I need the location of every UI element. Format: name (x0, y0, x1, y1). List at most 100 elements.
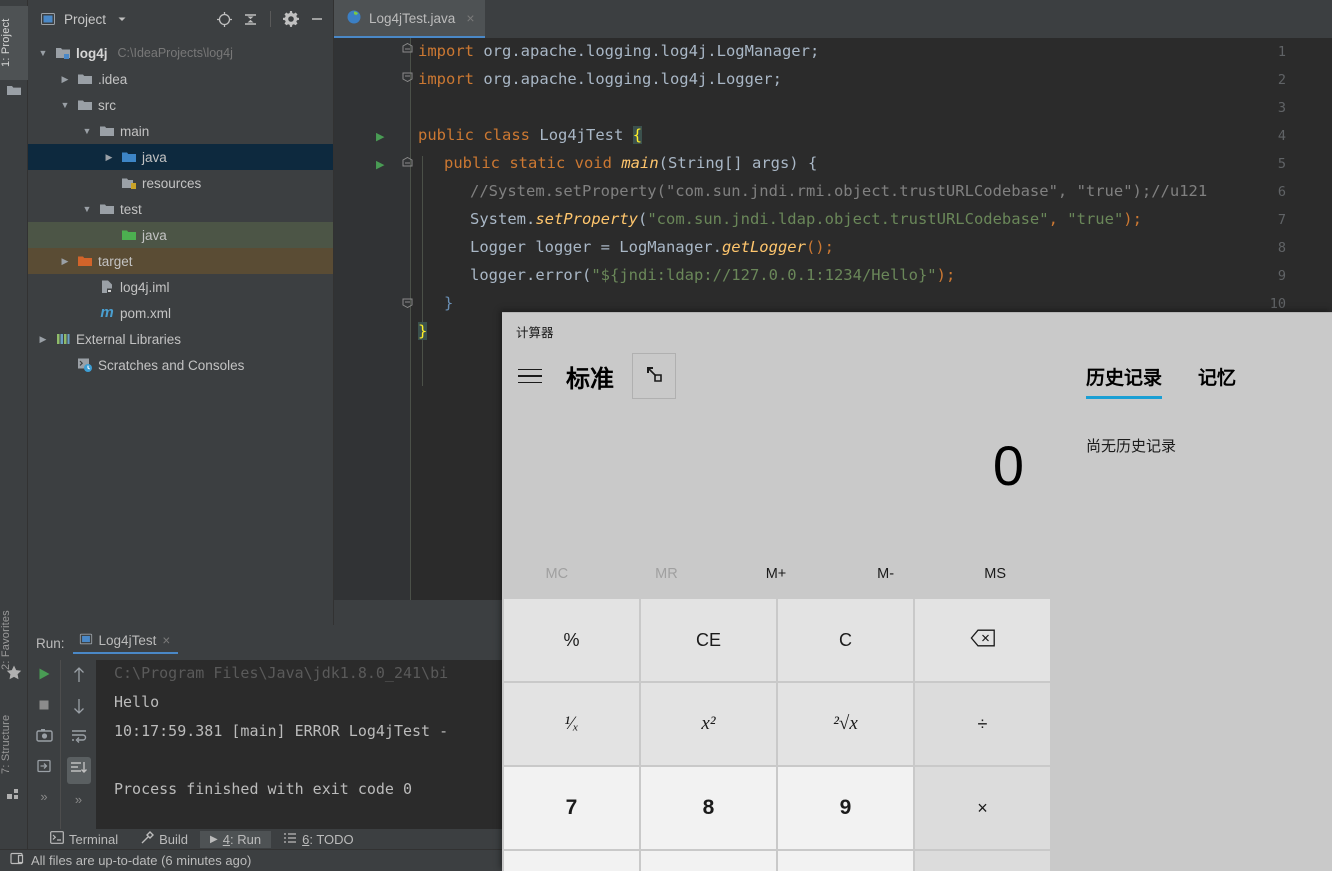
locate-icon[interactable] (214, 9, 234, 29)
scratches-icon (77, 357, 93, 373)
soft-wrap-icon[interactable] (70, 728, 88, 749)
tree-item-label: java (142, 150, 167, 165)
key-6[interactable] (778, 851, 913, 871)
run-configuration-tab[interactable]: Log4jTest × (73, 632, 179, 654)
history-tab-bar: 历史记录 记忆 (1086, 363, 1236, 399)
sidebar-tab-favorites-label: 2: Favorites (0, 610, 12, 670)
fold-region-end-icon[interactable] (402, 71, 413, 85)
sidebar-tab-project[interactable]: 1: Project (0, 6, 28, 80)
fold-region-icon[interactable] (402, 43, 413, 57)
tab-history[interactable]: 历史记录 (1086, 363, 1162, 399)
gear-icon[interactable] (281, 9, 301, 29)
key-backspace[interactable] (915, 599, 1050, 681)
chevron-down-icon[interactable]: ▼ (36, 48, 50, 58)
code-line-2: import org.apache.logging.log4j.Logger; (418, 70, 782, 88)
memory-store-button[interactable]: MS (940, 566, 1050, 582)
code-line-5: public static void main(String[] args) { (444, 154, 817, 172)
key-clear[interactable]: C (778, 599, 913, 681)
up-arrow-icon[interactable] (72, 666, 86, 689)
bottom-tab-run[interactable]: ▶ 4: Run (200, 831, 271, 848)
tree-item-pom-xml[interactable]: ▶ m pom.xml (28, 300, 333, 326)
fold-region-icon[interactable] (402, 157, 413, 171)
memory-clear-button[interactable]: MC (502, 566, 612, 582)
tree-item-test[interactable]: ▼ test (28, 196, 333, 222)
key-multiply[interactable]: × (915, 767, 1050, 849)
scroll-to-end-icon[interactable] (67, 757, 91, 784)
key-9[interactable]: 9 (778, 767, 913, 849)
tree-item-resources[interactable]: ▶ resources (28, 170, 333, 196)
tree-item-log4j[interactable]: ▼ log4j C:\IdeaProjects\log4j (28, 40, 333, 66)
memory-add-button[interactable]: M+ (721, 566, 831, 582)
tree-item-main-java[interactable]: ▶ java (28, 144, 333, 170)
chevron-down-icon[interactable]: ▼ (80, 204, 94, 214)
test-source-folder-icon (121, 227, 137, 243)
memory-subtract-button[interactable]: M- (831, 566, 941, 582)
resources-folder-icon (121, 175, 137, 191)
bottom-tab-terminal[interactable]: Terminal (40, 830, 128, 848)
calculator-history-pane: 历史记录 记忆 尚无历史记录 (1050, 313, 1332, 871)
bottom-tab-label: Build (159, 832, 188, 847)
chevron-right-icon[interactable]: ▶ (36, 334, 50, 345)
toolbar-separator (270, 11, 271, 27)
editor-tab-bar: Log4jTest.java × (334, 0, 1332, 38)
close-icon[interactable]: × (162, 633, 170, 648)
chevron-down-icon[interactable] (112, 9, 132, 29)
key-square-root[interactable]: ²√x (778, 683, 913, 765)
stop-icon[interactable] (36, 697, 52, 718)
key-4[interactable] (504, 851, 639, 871)
chevron-right-icon[interactable]: ▶ (102, 152, 116, 163)
key-label: x² (701, 713, 715, 735)
minimize-icon[interactable] (307, 9, 327, 29)
fold-region-end-icon[interactable] (402, 297, 413, 311)
camera-icon[interactable] (36, 728, 53, 748)
key-percent[interactable]: % (504, 599, 639, 681)
project-folder-icon (6, 82, 22, 98)
more-icon[interactable]: » (75, 792, 82, 807)
tree-item-src[interactable]: ▼ src (28, 92, 333, 118)
code-string: "${jndi:ldap://127.0.0.1:1234/Hello}" (591, 266, 936, 284)
key-7[interactable]: 7 (504, 767, 639, 849)
key-divide[interactable]: ÷ (915, 683, 1050, 765)
chevron-right-icon[interactable]: ▶ (58, 256, 72, 267)
collapse-all-icon[interactable] (240, 9, 260, 29)
code-brace: { (633, 126, 642, 144)
bottom-tab-todo[interactable]: 6: TODO (273, 831, 364, 848)
line-number: 6 (1264, 184, 1286, 200)
memory-recall-button[interactable]: MR (612, 566, 722, 582)
run-class-gutter-icon[interactable]: ▶ (376, 130, 384, 143)
tree-item-log4j-iml[interactable]: ▶ log4j.iml (28, 274, 333, 300)
code-line-6: //System.setProperty("com.sun.jndi.rmi.o… (470, 182, 1207, 200)
tree-item-scratches-and-consoles[interactable]: ▶ Scratches and Consoles (28, 352, 333, 378)
editor-tab-log4jtest[interactable]: Log4jTest.java × (334, 0, 485, 38)
chevron-down-icon[interactable]: ▼ (58, 100, 72, 110)
tree-item-test-java[interactable]: ▶ java (28, 222, 333, 248)
tree-item-target[interactable]: ▶ target (28, 248, 333, 274)
code-keyword: public (418, 126, 474, 144)
key-5[interactable] (641, 851, 776, 871)
key-subtract[interactable] (915, 851, 1050, 871)
bottom-tab-build[interactable]: Build (130, 830, 198, 849)
editor-gutter (334, 38, 410, 600)
run-side-toolbar-2: » (60, 660, 96, 829)
key-clear-entry[interactable]: CE (641, 599, 776, 681)
code-string: "true" (1067, 210, 1123, 228)
export-icon[interactable] (36, 758, 52, 779)
down-arrow-icon[interactable] (72, 697, 86, 720)
key-reciprocal[interactable]: ¹⁄ₓ (504, 683, 639, 765)
module-folder-icon (55, 45, 71, 61)
libraries-icon (55, 331, 71, 347)
key-8[interactable]: 8 (641, 767, 776, 849)
tab-memory[interactable]: 记忆 (1198, 363, 1236, 399)
source-folder-icon (121, 149, 137, 165)
key-square[interactable]: x² (641, 683, 776, 765)
chevron-down-icon[interactable]: ▼ (80, 126, 94, 136)
close-icon[interactable]: × (466, 10, 474, 26)
tree-item-external-libraries[interactable]: ▶ External Libraries (28, 326, 333, 352)
run-method-gutter-icon[interactable]: ▶ (376, 158, 384, 171)
chevron-right-icon[interactable]: ▶ (58, 74, 72, 85)
sidebar-tab-structure[interactable]: 7: Structure (0, 696, 28, 792)
tree-item-idea[interactable]: ▶ .idea (28, 66, 333, 92)
tree-item-main[interactable]: ▼ main (28, 118, 333, 144)
more-icon[interactable]: » (40, 789, 47, 804)
run-icon[interactable] (36, 666, 52, 687)
